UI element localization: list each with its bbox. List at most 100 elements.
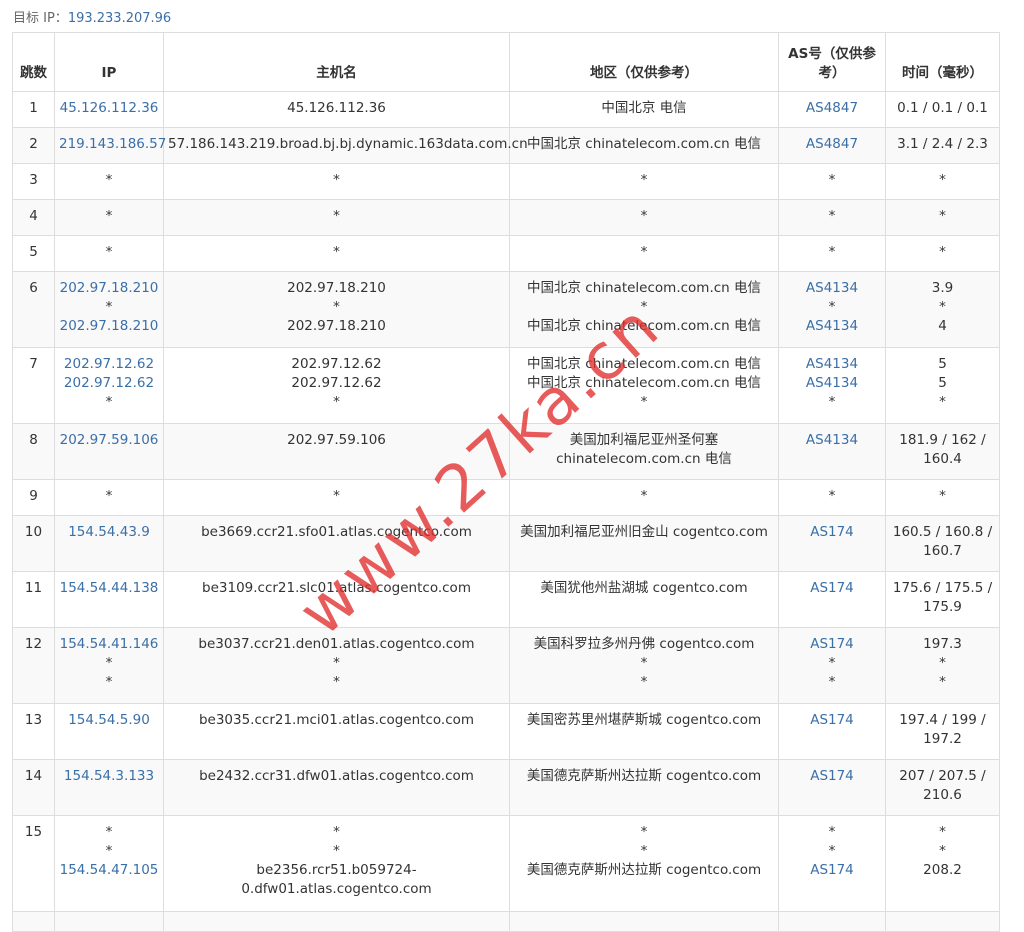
ip-address-link[interactable]: 202.97.18.210 [59, 317, 159, 336]
ip-address-link[interactable]: 154.54.47.105 [59, 861, 159, 880]
as-number-link[interactable]: AS174 [783, 861, 881, 880]
ip-address-value: * [105, 394, 113, 410]
ip-address-cell [54, 911, 164, 932]
hostname-value: * [333, 843, 340, 859]
as-number-link[interactable]: AS4134 [783, 355, 881, 374]
as-number-link[interactable]: AS4134 [783, 279, 881, 298]
hostname-value: * [333, 824, 340, 840]
as-number-cell: * [778, 235, 886, 272]
ip-address-value: * [105, 299, 113, 315]
hostname-value: * [333, 488, 340, 504]
as-number-link[interactable]: AS174 [783, 711, 881, 730]
table-body: 1 45.126.112.36 45.126.112.36 中国北京 电信 AS4847… [12, 91, 1000, 932]
hostname-cell: 57.186.143.219.broad.bj.bj.dynamic.163da… [163, 127, 528, 164]
as-number-link[interactable]: AS4847 [783, 99, 881, 118]
hop-number: 7 [12, 347, 55, 424]
table-row: 13 154.54.5.90 be3035.ccr21.mci01.atlas.co… [12, 703, 1000, 760]
region-value: * [640, 244, 648, 260]
ip-address-link[interactable]: 219.143.186.57 [59, 135, 166, 154]
ip-address-link[interactable]: 154.54.43.9 [59, 523, 159, 542]
as-number-value: * [828, 824, 836, 840]
region-value: 中国北京 chinatelecom.com.cn 电信 [526, 318, 762, 334]
hop-number: 13 [12, 703, 55, 760]
hostname-cell: * [163, 199, 510, 236]
region-value: * [640, 655, 648, 671]
ip-address-cell: 154.54.5.90 [54, 703, 164, 760]
as-number-value: * [828, 244, 836, 260]
table-row: 8 202.97.59.106 202.97.59.106 美国加利福尼亚州圣何塞 ch… [12, 423, 1000, 480]
latency-cell: 175.6 / 175.5 / 175.9 [885, 571, 1000, 628]
region-value: * [640, 824, 648, 840]
as-number-link[interactable]: AS4134 [783, 374, 881, 393]
hostname-value: * [333, 299, 340, 315]
region-value: * [640, 843, 648, 859]
ip-address-link[interactable]: 154.54.3.133 [59, 767, 159, 786]
region-value: 中国北京 chinatelecom.com.cn 电信 [526, 280, 762, 296]
ip-address-cell: 202.97.12.62 202.97.12.62 * [54, 347, 164, 424]
as-number-cell: AS174 [778, 571, 886, 628]
latency-cell: 160.5 / 160.8 / 160.7 [885, 515, 1000, 572]
latency-value: 4 [938, 318, 947, 334]
region-cell: * * 美国德克萨斯州达拉斯 cogentco.com [509, 815, 779, 912]
table-header-row: 跳数 IP 主机名 地区（仅供参考） AS号（仅供参考） 时间（毫秒） [12, 32, 1000, 92]
as-number-value: * [828, 394, 836, 410]
ip-address-link[interactable]: 45.126.112.36 [59, 99, 159, 118]
hop-number: 1 [12, 91, 55, 128]
hostname-value: 202.97.18.210 [287, 280, 386, 296]
hostname-value: 202.97.18.210 [287, 318, 386, 334]
as-number-link[interactable]: AS4134 [783, 317, 881, 336]
latency-value: * [939, 394, 946, 410]
traceroute-table: 跳数 IP 主机名 地区（仅供参考） AS号（仅供参考） 时间（毫秒） 1 45.… [12, 32, 1000, 932]
region-value: 中国北京 chinatelecom.com.cn 电信 [526, 375, 762, 391]
ip-address-link[interactable]: 154.54.41.146 [59, 635, 159, 654]
latency-value: 181.9 / 162 / [899, 432, 986, 448]
as-number-link[interactable]: AS4134 [783, 431, 881, 450]
latency-value: 197.4 / 199 / [899, 712, 986, 728]
region-cell: 美国犹他州盐湖城 cogentco.com [509, 571, 779, 628]
as-number-link[interactable]: AS4847 [783, 135, 881, 154]
hop-number: 11 [12, 571, 55, 628]
latency-value: * [939, 655, 946, 671]
latency-value: * [939, 674, 946, 690]
as-number-cell: AS174 [778, 759, 886, 816]
table-row: 2 219.143.186.57 57.186.143.219.broad.bj.b… [12, 127, 1000, 164]
as-number-cell: AS174 [778, 703, 886, 760]
hostname-value: be3035.ccr21.mci01.atlas.cogentco.com [198, 712, 475, 728]
latency-value: * [939, 299, 946, 315]
hop-number: 10 [12, 515, 55, 572]
as-number-link[interactable]: AS174 [783, 767, 881, 786]
latency-value: * [939, 843, 946, 859]
as-number-link[interactable]: AS174 [783, 523, 881, 542]
header-time: 时间（毫秒） [885, 32, 1000, 92]
latency-value: * [939, 172, 946, 188]
as-number-link[interactable]: AS174 [783, 635, 881, 654]
hostname-value: be2432.ccr31.dfw01.atlas.cogentco.com [199, 768, 474, 784]
region-value: * [640, 208, 648, 224]
region-cell: 美国加利福尼亚州旧金山 cogentco.com [509, 515, 779, 572]
as-number-link[interactable]: AS174 [783, 579, 881, 598]
ip-address-link[interactable]: 154.54.44.138 [59, 579, 159, 598]
ip-address-link[interactable]: 202.97.59.106 [59, 431, 159, 450]
as-number-value: * [828, 208, 836, 224]
as-number-cell [778, 911, 886, 932]
latency-value: 160.7 [923, 543, 962, 559]
region-cell: * [509, 235, 779, 272]
latency-value: 208.2 [923, 862, 962, 878]
hostname-cell: 202.97.18.210 * 202.97.18.210 [163, 271, 510, 348]
ip-address-cell: 154.54.43.9 [54, 515, 164, 572]
ip-address-link[interactable]: 202.97.12.62 [59, 374, 159, 393]
ip-address-link[interactable]: 202.97.12.62 [59, 355, 159, 374]
ip-address-cell: * [54, 163, 164, 200]
ip-address-link[interactable]: 202.97.18.210 [59, 279, 159, 298]
ip-address-cell: * [54, 235, 164, 272]
region-value: 美国德克萨斯州达拉斯 cogentco.com [526, 862, 762, 878]
region-cell: 美国加利福尼亚州圣何塞 chinatelecom.com.cn 电信 [509, 423, 779, 480]
header-hop: 跳数 [12, 32, 55, 92]
latency-value: 3.9 [931, 280, 954, 296]
latency-cell: 5 5 * [885, 347, 1000, 424]
hostname-value: * [333, 655, 340, 671]
table-row: 3 * * * * * [12, 163, 1000, 200]
ip-address-link[interactable]: 154.54.5.90 [59, 711, 159, 730]
hostname-value: be3109.ccr21.slc01.atlas.cogentco.com [202, 580, 471, 596]
latency-value: 3.1 / 2.4 / 2.3 [897, 136, 988, 152]
